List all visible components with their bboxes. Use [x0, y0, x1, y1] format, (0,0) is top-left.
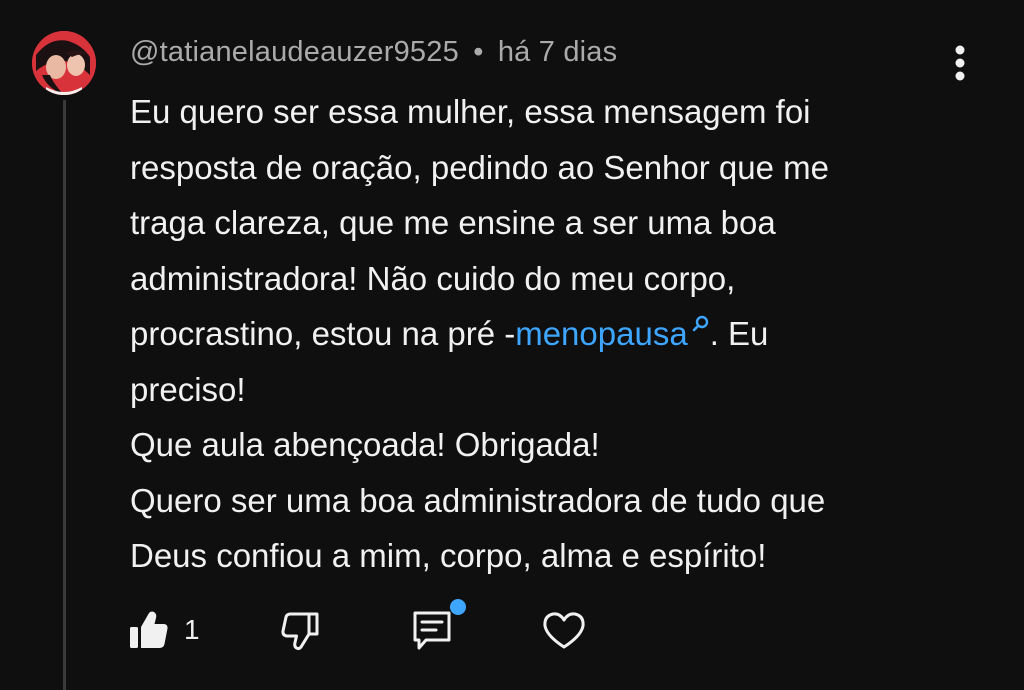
- comment-line: administradora! Não cuido do meu corpo,: [130, 259, 736, 297]
- comment-line: preciso!: [130, 370, 246, 408]
- comment-text-segment: . Eu: [709, 315, 769, 352]
- search-icon: [692, 315, 708, 332]
- notification-dot: [450, 599, 466, 615]
- reply-icon-wrapper: [410, 599, 466, 652]
- comment-line: procrastino, estou na pré -menopausa . Eu: [130, 306, 930, 362]
- comment-header: @tatianelaudeauzer9525 • há 7 dias: [130, 36, 617, 69]
- comment-line: Eu quero ser essa mulher, essa mensagem …: [130, 93, 811, 130]
- author-handle[interactable]: @tatianelaudeauzer9525: [130, 36, 459, 68]
- more-vertical-icon: [955, 45, 965, 81]
- comment-line: Que aula abençoada! Obrigada!: [130, 426, 600, 463]
- comment-text: Eu quero ser essa mulher, essa mensagem …: [130, 84, 930, 584]
- avatar[interactable]: [32, 31, 96, 95]
- comment-actions: 1: [128, 599, 628, 658]
- more-options-button[interactable]: [944, 42, 976, 84]
- thumbs-up-filled-icon: [130, 611, 168, 648]
- comment-line: traga clareza, que me ensine a ser uma b…: [130, 204, 776, 241]
- comment-timestamp[interactable]: há 7 dias: [498, 36, 618, 68]
- like-count: 1: [184, 614, 200, 645]
- search-link-label: menopausa: [515, 315, 688, 352]
- comment-icon: [413, 611, 451, 650]
- dislike-button[interactable]: [278, 602, 320, 658]
- avatar-image: [32, 31, 96, 95]
- meta-separator: •: [473, 36, 484, 68]
- heart-button[interactable]: [541, 602, 587, 658]
- thumbs-down-outline-icon: [281, 612, 319, 651]
- comment-line: Deus confiou a mim, corpo, alma e espíri…: [130, 537, 767, 574]
- reply-button[interactable]: [410, 599, 466, 658]
- like-button[interactable]: 1: [128, 602, 200, 658]
- search-suggestion-link[interactable]: menopausa: [515, 315, 709, 352]
- heart-outline-icon: [543, 612, 585, 649]
- comment-line: Quero ser uma boa administradora de tudo…: [130, 481, 826, 519]
- comment-text-segment: procrastino, estou na pré -: [130, 315, 516, 352]
- comment-line: resposta de oração, pedindo ao Senhor qu…: [130, 148, 829, 186]
- thread-line: [63, 100, 66, 690]
